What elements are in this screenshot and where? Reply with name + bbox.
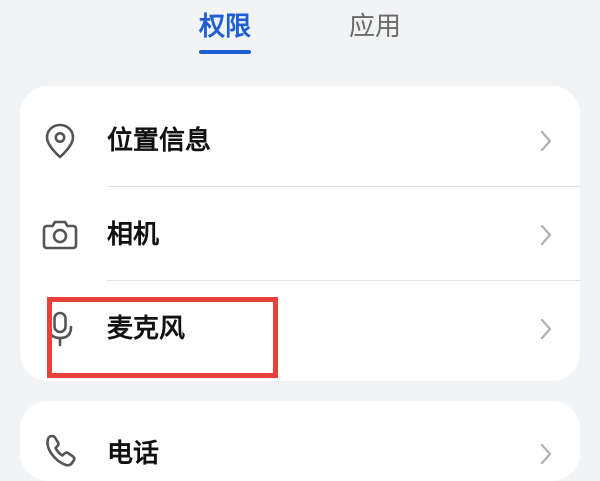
- chevron-right-icon: [540, 224, 552, 246]
- location-pin-icon: [45, 123, 75, 159]
- chevron-right-icon: [540, 318, 552, 340]
- permission-label-location: 位置信息: [107, 126, 212, 156]
- tab-bar: 权限 应用: [0, 0, 600, 70]
- chevron-right-icon: [540, 443, 552, 465]
- permission-item-location[interactable]: 位置信息: [20, 94, 580, 188]
- highlight-annotation: [47, 297, 278, 378]
- permission-item-camera[interactable]: 相机: [20, 188, 580, 282]
- permissions-card-secondary: 电话: [20, 401, 580, 481]
- active-tab-indicator: [199, 50, 251, 54]
- permission-item-phone[interactable]: 电话: [20, 401, 580, 481]
- tab-apps[interactable]: 应用: [349, 10, 401, 44]
- camera-icon: [42, 220, 78, 250]
- chevron-right-icon: [540, 130, 552, 152]
- phone-icon: [46, 434, 76, 467]
- permission-label-phone: 电话: [107, 439, 160, 469]
- divider: [107, 186, 580, 187]
- tab-permissions[interactable]: 权限: [199, 10, 251, 44]
- divider: [107, 280, 580, 281]
- permission-label-camera: 相机: [107, 220, 160, 250]
